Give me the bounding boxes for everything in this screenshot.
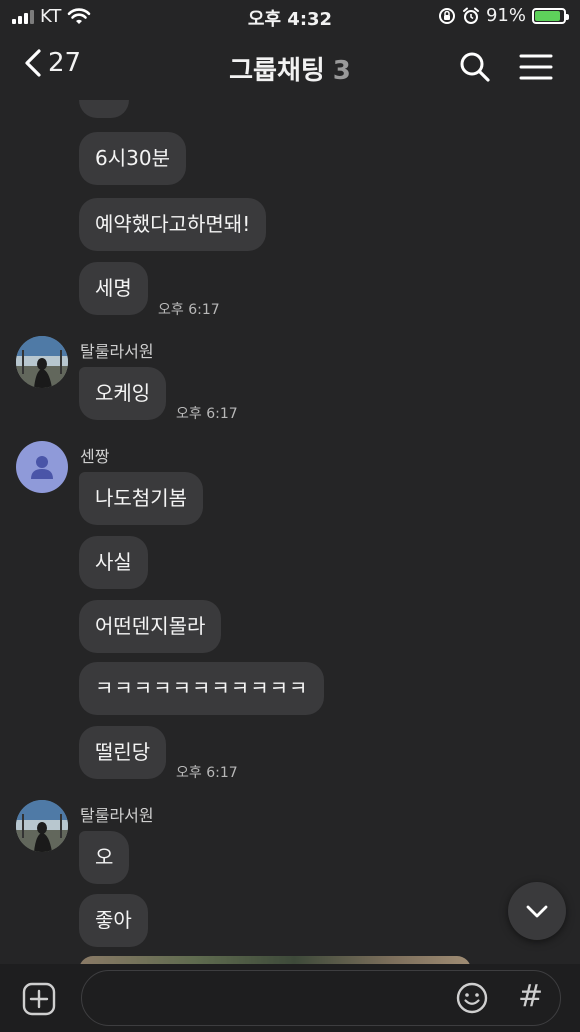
message-timestamp: 오후 6:17	[158, 302, 220, 318]
message-bubble[interactable]: 오케잉	[79, 367, 167, 420]
rotation-lock-icon	[438, 7, 455, 24]
message-bubble[interactable]: 예약했다고하면돼!	[79, 198, 267, 251]
chat-title-text: 그룹채팅	[229, 56, 325, 86]
avatar[interactable]	[16, 336, 68, 388]
message-bubble[interactable]: 세명	[79, 262, 148, 315]
chat-title: 그룹채팅 3	[0, 50, 580, 87]
message-input[interactable]	[81, 970, 561, 1026]
battery-icon	[532, 7, 569, 24]
sender-name: 탈룰라서원	[80, 342, 154, 361]
message-timestamp: 오후 6:17	[176, 765, 238, 781]
message-bubble[interactable]: 떨린당	[79, 726, 167, 779]
message-bubble[interactable]: 6시30분	[79, 132, 186, 185]
message-bubble[interactable]: 오	[79, 831, 130, 884]
message-bubble[interactable]: 응	[79, 100, 130, 118]
sender-name: 탈룰라서원	[80, 806, 154, 825]
battery-fill	[535, 10, 561, 21]
profile-photo-icon	[16, 800, 68, 852]
default-profile-icon	[31, 456, 53, 479]
message-list[interactable]: 응 6시30분 예약했다고하면돼! 세명 오후 6:17 탈룰라서원 오케잉 오…	[0, 100, 580, 964]
profile-photo-icon	[16, 336, 68, 388]
message-bubble[interactable]: 나도첨기봄	[79, 472, 203, 525]
message-bubble[interactable]: ㅋㅋㅋㅋㅋㅋㅋㅋㅋㅋㅋ	[79, 662, 325, 715]
chevron-down-icon	[526, 905, 548, 918]
avatar[interactable]	[16, 441, 68, 493]
status-right: 91%	[438, 5, 569, 26]
plus-box-icon[interactable]	[22, 982, 56, 1016]
smiley-icon[interactable]	[455, 981, 489, 1015]
message-bubble[interactable]: 좋아	[79, 894, 148, 947]
search-icon[interactable]	[458, 50, 492, 84]
chat-header: 27 그룹채팅 3	[0, 34, 580, 100]
message-bubble[interactable]: 어떤덴지몰라	[79, 600, 222, 653]
avatar[interactable]	[16, 800, 68, 852]
member-count: 3	[332, 56, 351, 86]
status-bar: KT 오후 4:32 91%	[0, 0, 580, 34]
scroll-to-bottom-button[interactable]	[508, 882, 566, 940]
battery-percent: 91%	[485, 5, 526, 26]
hamburger-menu-icon[interactable]	[519, 50, 553, 84]
hash-icon[interactable]: #	[518, 979, 543, 1014]
sender-name: 센짱	[80, 447, 110, 466]
message-bubble[interactable]: 사실	[79, 536, 148, 589]
photo-message-preview[interactable]	[79, 956, 471, 964]
message-composer: #	[0, 964, 580, 1032]
message-timestamp: 오후 6:17	[176, 406, 238, 422]
alarm-icon	[462, 7, 479, 24]
